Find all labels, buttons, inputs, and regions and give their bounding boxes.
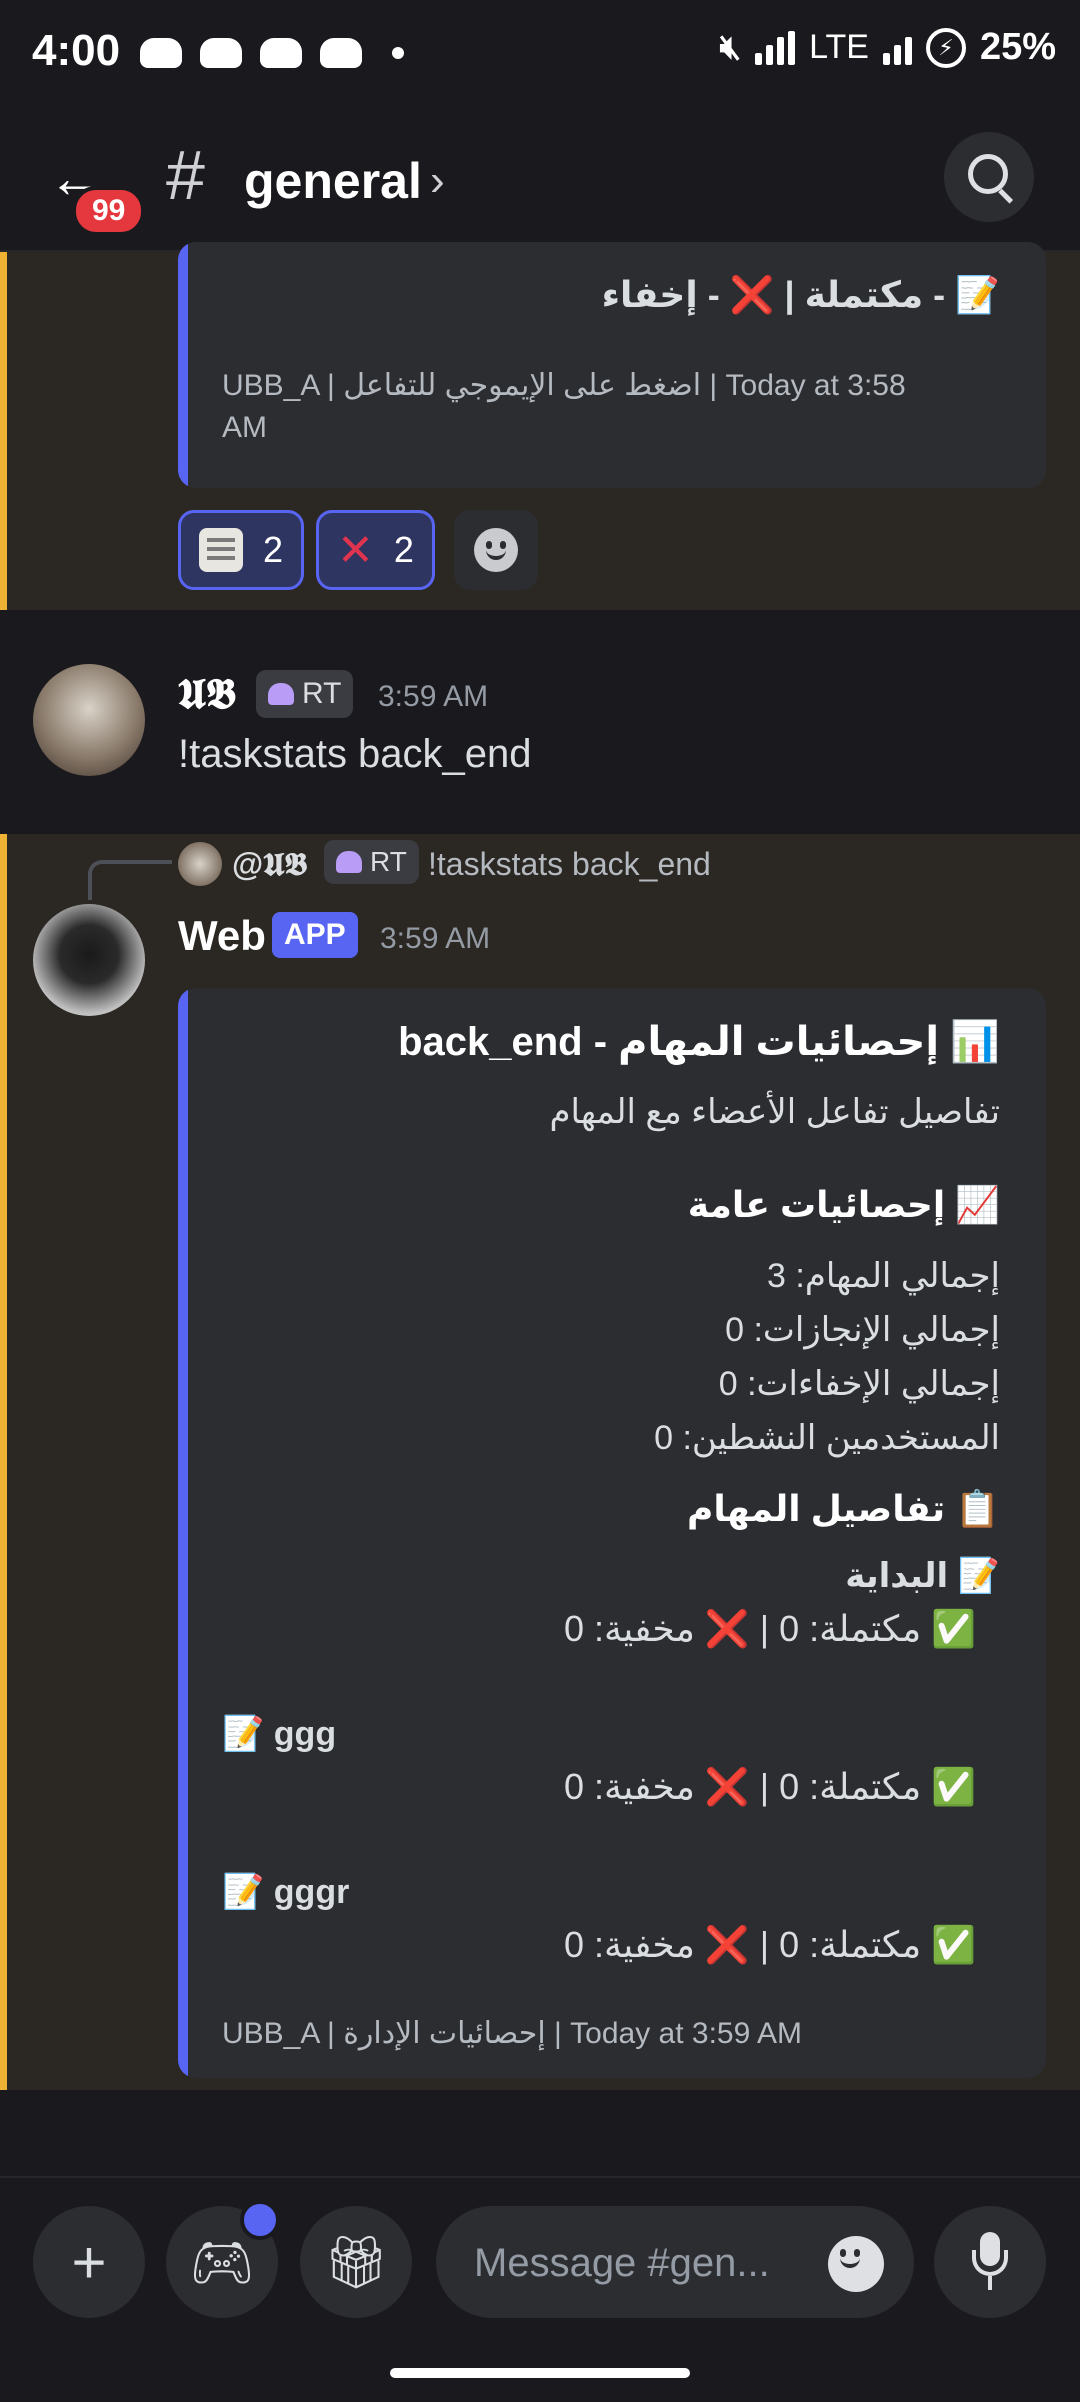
message-text: !taskstats back_end (178, 732, 532, 776)
stats-embed: 📊 إحصائيات المهام - back_end تفاصيل تفاع… (178, 988, 1046, 2078)
embed-title: 📊 إحصائيات المهام - back_end (398, 1020, 1000, 1064)
emoji-picker-button[interactable] (828, 2236, 884, 2292)
mention-highlight-bar (0, 252, 7, 610)
avatar[interactable] (33, 664, 145, 776)
stat-line: المستخدمين النشطين: 0 (654, 1419, 1000, 1457)
embed-description: تفاصيل تفاعل الأعضاء مع المهام (549, 1093, 1000, 1131)
highlighted-message: 📝 - مكتملة | ❌ - إخفاء UBB_A | اضغط على … (0, 242, 1080, 610)
add-reaction-button[interactable] (454, 510, 538, 590)
gamepad-icon: 🎮︎ (188, 2233, 255, 2292)
embed-line: 📝 - مكتملة | ❌ - إخفاء (601, 274, 1000, 315)
search-button[interactable] (944, 132, 1034, 222)
microphone-icon (970, 2232, 1010, 2292)
reply-text[interactable]: !taskstats back_end (428, 846, 711, 883)
message-input[interactable] (472, 2206, 806, 2320)
task-name: 📝 البداية (845, 1557, 1000, 1595)
status-time: 4:00 (32, 26, 121, 75)
gift-icon: 🎁︎ (322, 2233, 389, 2292)
app-tag: APP (272, 912, 358, 958)
home-indicator[interactable] (390, 2368, 690, 2378)
mention-highlight-bar (0, 834, 7, 2090)
task-stats: ✅ مكتملة: 0 | ❌ مخفية: 0 (563, 1608, 976, 1649)
channel-header: ← 99 # general › (0, 110, 1080, 252)
task-stats: ✅ مكتملة: 0 | ❌ مخفية: 0 (563, 1766, 976, 1807)
status-bar: 4:00 🔇︎ LTE ⚡ 25% (0, 0, 1080, 110)
cross-mark-icon: ✕ (337, 525, 374, 575)
avatar[interactable] (33, 904, 145, 1016)
discord-icon (140, 38, 182, 68)
task-stats: ✅ مكتملة: 0 | ❌ مخفية: 0 (563, 1924, 976, 1965)
embed-card: 📝 - مكتملة | ❌ - إخفاء UBB_A | اضغط على … (178, 242, 1046, 488)
timestamp: 3:59 AM (378, 680, 489, 713)
notification-icons (140, 38, 404, 68)
add-attachment-button[interactable]: + (33, 2206, 145, 2318)
reply-avatar (178, 842, 222, 886)
reply-role-tag: RT (324, 840, 419, 884)
smiley-icon (474, 528, 518, 572)
timestamp: 3:59 AM (380, 922, 491, 955)
battery-level: 25% (979, 26, 1056, 68)
task-name: 📝 ggg (222, 1715, 337, 1753)
plus-icon: + (71, 2228, 107, 2296)
memo-icon (199, 528, 243, 572)
mute-icon: 🔇︎ (719, 28, 742, 66)
reply-mention[interactable]: @𝖀𝕭 (232, 846, 307, 884)
more-notifications-icon (392, 47, 404, 59)
discord-icon (320, 38, 362, 68)
smiley-icon (828, 2236, 884, 2292)
discord-icon (200, 38, 242, 68)
reply-connector (88, 860, 172, 900)
chevron-right-icon[interactable]: › (430, 156, 445, 206)
stat-line: إجمالي المهام: 3 (767, 1257, 1000, 1295)
reaction-memo[interactable]: 2 (178, 510, 305, 590)
voice-message-button[interactable] (934, 2206, 1046, 2318)
unread-badge: 99 (72, 186, 146, 236)
status-indicators: 🔇︎ LTE ⚡ 25% (720, 26, 1056, 69)
activities-button[interactable]: 🎮︎ (166, 2200, 280, 2318)
battery-saver-icon: ⚡ (925, 27, 966, 68)
heart-icon (336, 851, 362, 873)
reaction-cross[interactable]: ✕ 2 (316, 510, 435, 590)
stat-line: إجمالي الإنجازات: 0 (725, 1311, 1000, 1349)
stat-line: إجمالي الإخفاءات: 0 (718, 1365, 1000, 1403)
embed-footer: UBB_A | إحصائيات الإدارة | Today at 3:59… (222, 2017, 802, 2050)
task-name: 📝 gggr (222, 1873, 350, 1911)
username[interactable]: Web (178, 912, 266, 960)
channel-name[interactable]: general (244, 152, 422, 210)
role-tag[interactable]: RT (256, 670, 354, 718)
signal-icon (882, 31, 912, 65)
signal-icon (755, 30, 796, 65)
embed-footer: UBB_A | اضغط على الإيموجي للتفاعل | Toda… (222, 369, 906, 444)
discord-icon (260, 38, 302, 68)
task-details-heading: 📋 تفاصيل المهام (686, 1488, 1000, 1529)
general-stats-heading: 📈 إحصائيات عامة (687, 1184, 1000, 1225)
heart-icon (268, 683, 294, 705)
message-input-box[interactable] (436, 2206, 914, 2320)
network-type: LTE (809, 28, 869, 66)
channel-hash-icon: # (166, 136, 205, 214)
gift-button[interactable]: 🎁︎ (300, 2206, 412, 2318)
new-indicator-dot (240, 2200, 280, 2240)
username[interactable]: 𝖀𝕭 (178, 670, 236, 719)
